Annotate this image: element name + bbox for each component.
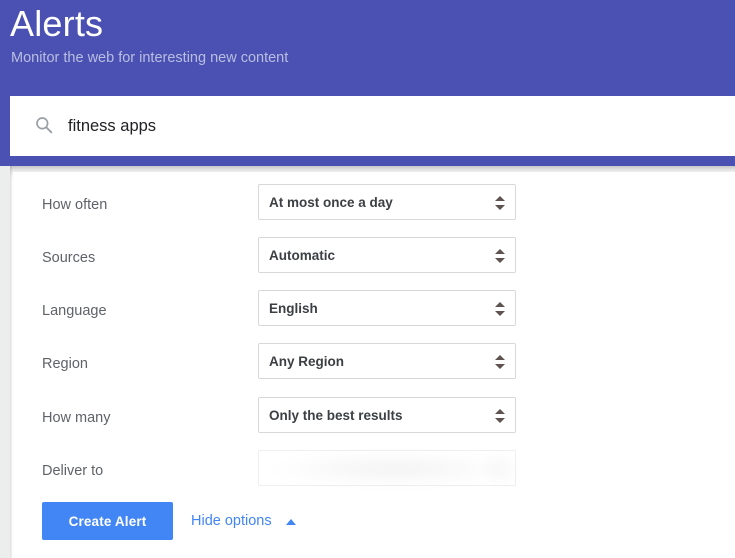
label-language: Language [42, 303, 107, 319]
chevron-updown-icon [495, 195, 505, 211]
label-how-often: How often [42, 197, 108, 213]
left-rail [0, 166, 10, 558]
form-row-how-many: How many Only the best results [13, 397, 735, 441]
label-sources: Sources [42, 250, 96, 266]
label-deliver-to: Deliver to [42, 463, 104, 479]
chevron-updown-icon [495, 354, 505, 370]
options-panel: How often At most once a day Sources Aut… [13, 172, 735, 558]
redaction-blur-overlay [247, 445, 529, 493]
form-row-how-often: How often At most once a day [13, 184, 735, 228]
google-alerts-page: Alerts Monitor the web for interesting n… [0, 0, 735, 558]
search-input[interactable]: fitness apps [68, 114, 156, 138]
select-sources-value: Automatic [269, 248, 336, 263]
caret-up-icon[interactable] [286, 519, 296, 525]
form-row-sources: Sources Automatic [13, 237, 735, 281]
form-row-region: Region Any Region [13, 343, 735, 387]
page-subtitle: Monitor the web for interesting new cont… [11, 50, 289, 66]
search-icon [35, 116, 53, 134]
page-title: Alerts [10, 3, 104, 44]
label-how-many: How many [42, 410, 111, 426]
form-row-language: Language English [13, 290, 735, 334]
label-region: Region [42, 356, 88, 372]
select-how-often-value: At most once a day [269, 195, 393, 210]
hide-options-link[interactable]: Hide options [191, 511, 272, 531]
actions-bar: Create Alert Hide options [13, 502, 735, 548]
select-region[interactable]: Any Region [258, 343, 516, 379]
chevron-updown-icon [495, 408, 505, 424]
select-how-often[interactable]: At most once a day [258, 184, 516, 220]
select-region-value: Any Region [269, 354, 345, 369]
select-deliver-to[interactable] [247, 445, 529, 493]
chevron-updown-icon [495, 248, 505, 264]
alert-search-box[interactable]: fitness apps [10, 96, 735, 156]
chevron-updown-icon [495, 301, 505, 317]
form-row-deliver-to: Deliver to [13, 445, 735, 494]
page-header: Alerts Monitor the web for interesting n… [0, 0, 735, 166]
select-language[interactable]: English [258, 290, 516, 326]
select-sources[interactable]: Automatic [258, 237, 516, 273]
select-how-many[interactable]: Only the best results [258, 397, 516, 433]
create-alert-button[interactable]: Create Alert [42, 502, 173, 540]
chevron-updown-icon [495, 461, 505, 477]
select-language-value: English [269, 301, 318, 316]
select-how-many-value: Only the best results [269, 408, 403, 423]
